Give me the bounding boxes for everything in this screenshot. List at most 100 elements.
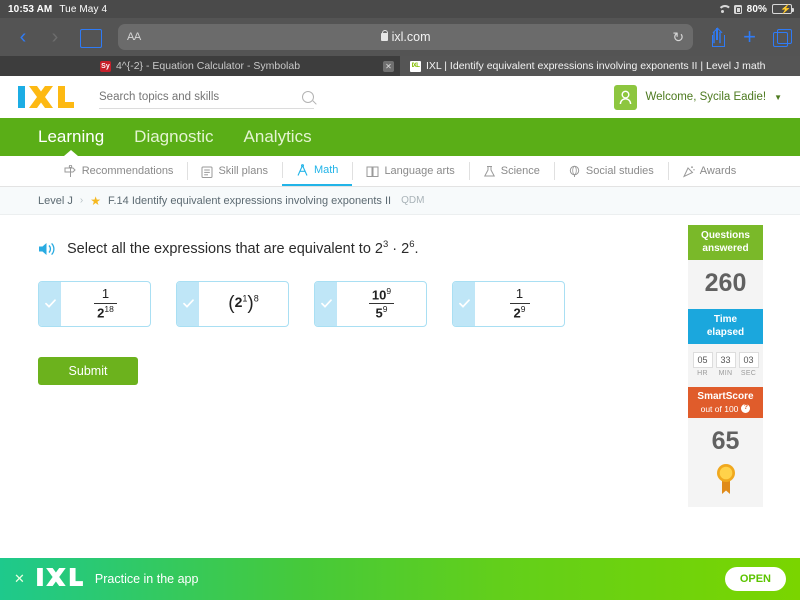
rotation-lock-icon bbox=[734, 5, 742, 14]
plus-icon[interactable]: + bbox=[743, 26, 756, 48]
fraction-numerator: 1 bbox=[99, 287, 112, 301]
nav-item-analytics[interactable]: Analytics bbox=[244, 127, 312, 147]
submit-button[interactable]: Submit bbox=[38, 357, 138, 385]
ribbon-award-icon bbox=[715, 462, 737, 496]
tab-recommendations[interactable]: Recommendations bbox=[50, 156, 188, 186]
open-app-button[interactable]: OPEN bbox=[725, 567, 786, 591]
check-icon[interactable] bbox=[453, 282, 475, 326]
wifi-icon bbox=[717, 4, 729, 14]
tab-awards[interactable]: Awards bbox=[668, 156, 750, 186]
globe-icon bbox=[568, 165, 581, 178]
question-prompt: Select all the expressions that are equi… bbox=[67, 239, 419, 259]
search-icon[interactable] bbox=[302, 91, 314, 103]
browser-tab-active[interactable]: IXL IXL | Identify equivalent expression… bbox=[400, 56, 800, 76]
status-indicators: 80% ⚡ bbox=[717, 4, 792, 15]
smartscore-subtitle: out of 100 bbox=[701, 404, 739, 415]
tabs-overview-icon[interactable] bbox=[773, 29, 790, 46]
answer-expression: 109 59 bbox=[337, 282, 426, 326]
text-size-button[interactable]: AA bbox=[127, 31, 141, 43]
tab-label: Science bbox=[501, 165, 540, 177]
check-icon[interactable] bbox=[177, 282, 199, 326]
time-elapsed-title-2: elapsed bbox=[690, 327, 761, 340]
answer-expression: 1 29 bbox=[475, 282, 564, 326]
power-of-power: (21)8 bbox=[228, 293, 258, 315]
status-time: 10:53 AM bbox=[8, 4, 52, 15]
browser-tab-strip: Sy 4^{-2} - Equation Calculator - Symbol… bbox=[0, 56, 800, 76]
num-base: 10 bbox=[372, 287, 386, 302]
answer-choice-1[interactable]: 1 218 bbox=[38, 281, 151, 327]
ixl-logo[interactable] bbox=[18, 86, 74, 108]
fraction-bar bbox=[369, 303, 394, 304]
book-icon[interactable] bbox=[80, 29, 102, 46]
signpost-icon bbox=[64, 165, 77, 178]
reload-icon[interactable]: ↻ bbox=[672, 29, 684, 46]
clock-seconds: 03 SEC bbox=[739, 352, 759, 377]
questions-answered-header: Questions answered bbox=[688, 225, 763, 260]
account-menu[interactable]: Welcome, Sycila Eadie! ▼ bbox=[614, 85, 782, 110]
answer-expression: 1 218 bbox=[61, 282, 150, 326]
breadcrumb-level[interactable]: Level J bbox=[38, 195, 73, 207]
close-icon[interactable]: ✕ bbox=[14, 571, 25, 587]
browser-toolbar: ‹ › AA ixl.com ↻ + bbox=[0, 18, 800, 56]
forward-chevron-icon[interactable]: › bbox=[42, 27, 68, 47]
site-header: Welcome, Sycila Eadie! ▼ bbox=[0, 76, 800, 118]
address-bar[interactable]: AA ixl.com ↻ bbox=[118, 24, 693, 50]
tab-skill-plans[interactable]: Skill plans bbox=[187, 156, 282, 186]
tab-label: Awards bbox=[700, 165, 736, 177]
battery-charging-icon: ⚡ bbox=[772, 4, 792, 14]
breadcrumb-separator: › bbox=[80, 195, 83, 206]
outer-exponent: 8 bbox=[254, 293, 259, 303]
answer-choice-4[interactable]: 1 29 bbox=[452, 281, 565, 327]
star-icon[interactable]: ★ bbox=[90, 194, 101, 208]
tab-language-arts[interactable]: Language arts bbox=[352, 156, 468, 186]
fraction-numerator: 1 bbox=[513, 287, 526, 301]
share-icon[interactable] bbox=[710, 28, 725, 47]
fraction: 109 59 bbox=[369, 287, 394, 321]
search-input[interactable] bbox=[99, 91, 302, 103]
ixl-favicon: IXL bbox=[410, 61, 421, 72]
confetti-icon bbox=[682, 165, 695, 178]
nav-item-diagnostic[interactable]: Diagnostic bbox=[134, 127, 213, 147]
tab-science[interactable]: Science bbox=[469, 156, 554, 186]
flask-icon bbox=[483, 165, 496, 178]
tab-label: Language arts bbox=[384, 165, 454, 177]
answer-expression: (21)8 bbox=[199, 282, 288, 326]
answer-choices: 1 218 (21)8 bbox=[38, 281, 688, 327]
tab-math[interactable]: Math bbox=[282, 156, 352, 186]
tab-social-studies[interactable]: Social studies bbox=[554, 156, 668, 186]
breadcrumb-skill: F.14 Identify equivalent expressions inv… bbox=[108, 195, 391, 207]
clock-minutes: 33 MIN bbox=[716, 352, 736, 377]
fraction-numerator: 109 bbox=[369, 287, 394, 302]
chevron-down-icon[interactable]: ▼ bbox=[774, 93, 782, 102]
den-exponent: 9 bbox=[383, 304, 388, 314]
tab-label: Social studies bbox=[586, 165, 654, 177]
ixl-page: Welcome, Sycila Eadie! ▼ Learning Diagno… bbox=[0, 76, 800, 569]
open-book-icon bbox=[366, 165, 379, 178]
answer-choice-3[interactable]: 109 59 bbox=[314, 281, 427, 327]
symbolab-favicon: Sy bbox=[100, 61, 111, 72]
speaker-icon[interactable] bbox=[38, 241, 56, 257]
answer-choice-2[interactable]: (21)8 bbox=[176, 281, 289, 327]
browser-tab-inactive[interactable]: Sy 4^{-2} - Equation Calculator - Symbol… bbox=[0, 56, 400, 76]
primary-nav: Learning Diagnostic Analytics bbox=[0, 118, 800, 156]
help-icon[interactable]: ? bbox=[741, 404, 750, 413]
smartscore-title: SmartScore bbox=[690, 391, 761, 404]
smartscore-subtitle-row: out of 100 ? bbox=[690, 404, 761, 415]
fraction-denominator: 218 bbox=[94, 305, 117, 320]
check-icon[interactable] bbox=[39, 282, 61, 326]
close-icon[interactable]: ✕ bbox=[383, 61, 394, 72]
questions-answered-body: 260 bbox=[688, 260, 763, 309]
clock-hours-value: 05 bbox=[693, 352, 713, 368]
fraction: 1 218 bbox=[94, 287, 117, 319]
fraction-bar bbox=[510, 303, 530, 304]
user-avatar-icon bbox=[614, 85, 637, 110]
search-container[interactable] bbox=[99, 85, 314, 109]
check-icon[interactable] bbox=[315, 282, 337, 326]
back-chevron-icon[interactable]: ‹ bbox=[10, 27, 36, 47]
fraction: 1 29 bbox=[510, 287, 530, 319]
compass-icon bbox=[296, 164, 309, 177]
num-exponent: 9 bbox=[386, 286, 391, 296]
main-content: Select all the expressions that are equi… bbox=[0, 215, 800, 569]
nav-item-learning[interactable]: Learning bbox=[38, 127, 104, 147]
den-base: 2 bbox=[514, 305, 521, 320]
